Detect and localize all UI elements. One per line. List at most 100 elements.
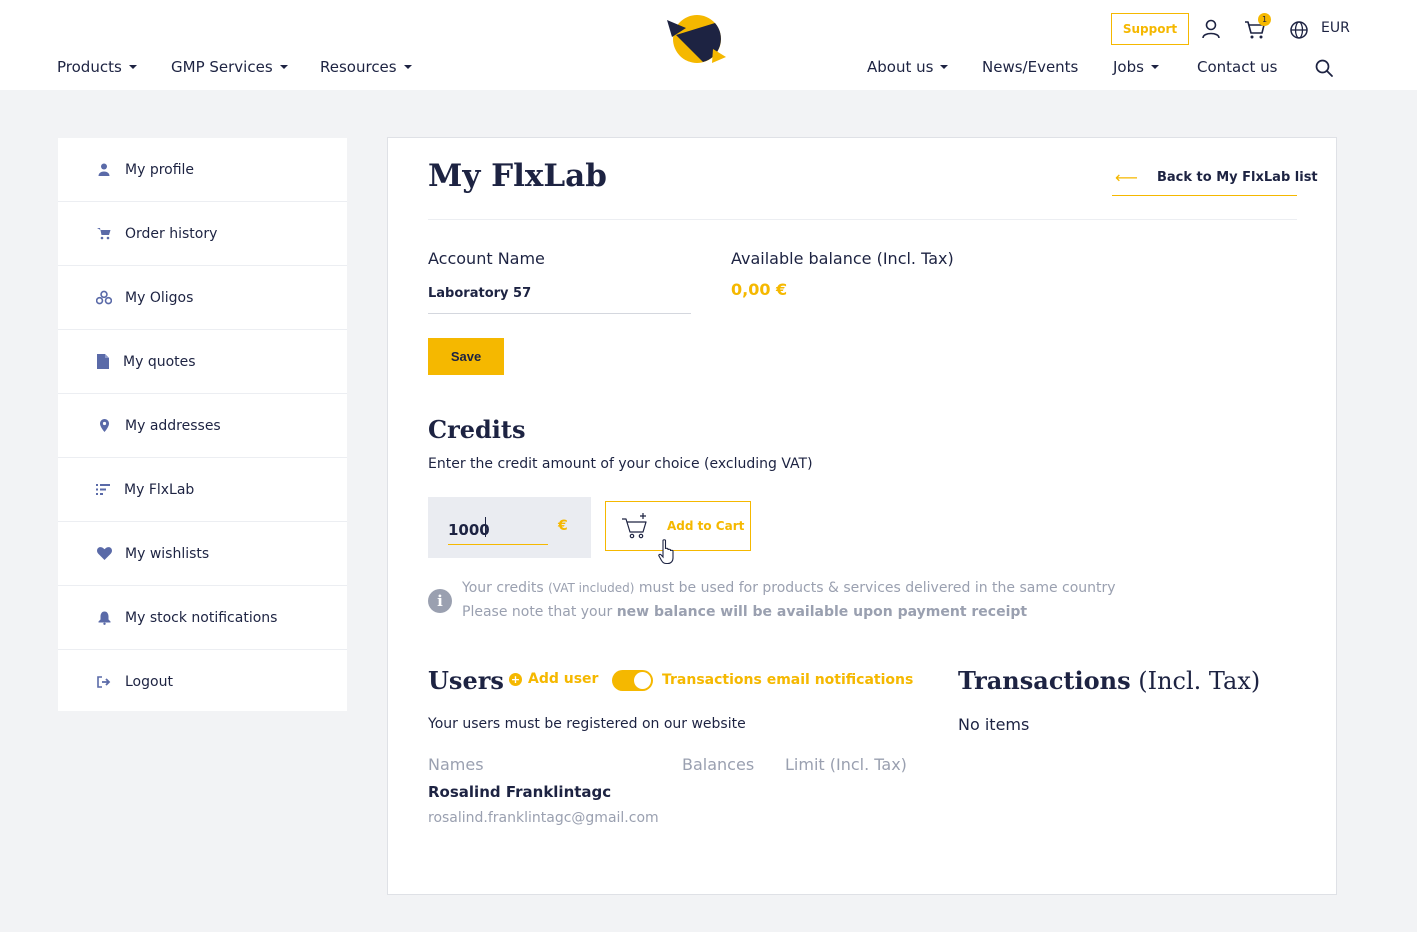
sidebar-item-label: My quotes: [123, 353, 196, 370]
nav-products-label: Products: [57, 58, 122, 76]
chevron-down-icon: [279, 65, 288, 69]
nav-news-events[interactable]: News/Events: [982, 58, 1078, 76]
sidebar-item-label: My profile: [125, 161, 195, 178]
credits-info-line-1: Your credits (VAT included) must be used…: [462, 580, 1116, 596]
title-divider: [428, 219, 1297, 220]
credits-title: Credits: [428, 415, 526, 444]
users-title: Users: [428, 666, 504, 695]
column-header-balances: Balances: [682, 755, 755, 774]
sidebar-item-label: My Oligos: [125, 289, 194, 306]
cart-plus-icon: [622, 513, 647, 539]
document-icon: [95, 354, 111, 370]
sidebar-item-label: My addresses: [125, 417, 221, 434]
chevron-down-icon: [403, 65, 412, 69]
credit-amount-box: €: [428, 497, 591, 558]
notifications-toggle[interactable]: [612, 670, 653, 691]
back-to-list-link[interactable]: ⟵ Back to My FlxLab list: [1112, 166, 1318, 196]
nav-jobs[interactable]: Jobs: [1113, 58, 1159, 76]
heart-icon: [96, 546, 112, 562]
user-row-name: Rosalind Franklintagc: [428, 783, 612, 801]
balance-label: Available balance (Incl. Tax): [731, 249, 954, 268]
nav-contact-us-label: Contact us: [1197, 58, 1278, 76]
user-row-email: rosalind.franklintagc@gmail.com: [428, 810, 659, 826]
transactions-empty-text: No items: [958, 715, 1030, 734]
nav-resources[interactable]: Resources: [320, 58, 412, 76]
notifications-toggle-label: Transactions email notifications: [662, 672, 914, 688]
currency-selector[interactable]: EUR: [1321, 20, 1350, 36]
search-icon[interactable]: [1314, 58, 1334, 78]
sidebar-item-label: My wishlists: [125, 545, 210, 562]
sidebar-item-my-flxlab[interactable]: My FlxLab: [58, 458, 347, 522]
euro-sign: €: [558, 518, 568, 534]
column-header-names: Names: [428, 755, 484, 774]
sidebar-item-logout[interactable]: Logout: [58, 650, 347, 714]
sidebar-item-my-profile[interactable]: My profile: [58, 138, 347, 202]
chevron-down-icon: [1150, 65, 1159, 69]
hand-pointer-icon: [658, 539, 674, 565]
account-icon[interactable]: [1200, 18, 1222, 40]
balance-value: 0,00 €: [731, 280, 788, 299]
lab-list-icon: [95, 482, 111, 498]
chevron-down-icon: [128, 65, 137, 69]
cart-icon: [96, 226, 112, 242]
nav-contact-us[interactable]: Contact us: [1197, 58, 1277, 76]
sidebar-item-label: Logout: [125, 674, 173, 690]
bell-icon: [96, 610, 112, 626]
sidebar-item-my-oligos[interactable]: My Oligos: [58, 266, 347, 330]
nav-jobs-label: Jobs: [1113, 58, 1144, 76]
user-icon: [96, 162, 112, 178]
info-icon: i: [428, 589, 452, 613]
sidebar-item-order-history[interactable]: Order history: [58, 202, 347, 266]
nav-news-events-label: News/Events: [982, 58, 1079, 76]
credits-description: Enter the credit amount of your choice (…: [428, 456, 813, 472]
flxlab-panel: My FlxLab ⟵ Back to My FlxLab list Accou…: [387, 137, 1337, 895]
add-to-cart-button[interactable]: Add to Cart: [605, 501, 751, 551]
nav-gmp-services-label: GMP Services: [171, 58, 273, 76]
credit-amount-input[interactable]: [448, 515, 548, 545]
transactions-title-main: Transactions: [958, 666, 1131, 695]
add-user-button[interactable]: + Add user: [509, 671, 598, 687]
info-emphasis: new balance will be available upon payme…: [616, 604, 1028, 620]
info-text: Your credits: [462, 580, 549, 596]
globe-icon[interactable]: [1288, 19, 1310, 41]
nav-about-us-label: About us: [867, 58, 934, 76]
sidebar-item-my-stock-notifications[interactable]: My stock notifications: [58, 586, 347, 650]
arrow-left-icon: ⟵: [1115, 168, 1138, 187]
info-text: Please note that your: [462, 604, 617, 620]
sidebar-item-my-addresses[interactable]: My addresses: [58, 394, 347, 458]
logout-icon: [96, 674, 112, 690]
nav-about-us[interactable]: About us: [867, 58, 949, 76]
column-header-limit: Limit (Incl. Tax): [785, 755, 907, 774]
sidebar-item-my-quotes[interactable]: My quotes: [58, 330, 347, 394]
credits-info-line-2: Please note that your new balance will b…: [462, 604, 1027, 620]
account-name-label: Account Name: [428, 249, 545, 268]
users-note: Your users must be registered on our web…: [428, 716, 746, 732]
text-cursor: [485, 517, 486, 537]
molecule-icon: [96, 290, 112, 306]
save-button[interactable]: Save: [428, 338, 504, 375]
support-button[interactable]: Support: [1111, 13, 1189, 45]
add-to-cart-label: Add to Cart: [667, 519, 745, 533]
chevron-down-icon: [940, 65, 949, 69]
toggle-knob: [634, 672, 651, 689]
plus-icon: +: [509, 672, 522, 686]
transactions-title: Transactions (Incl. Tax): [958, 666, 1260, 695]
page-title: My FlxLab: [428, 158, 607, 194]
transactions-title-suffix: (Incl. Tax): [1130, 667, 1261, 695]
sidebar-item-label: My stock notifications: [125, 609, 278, 626]
nav-gmp-services[interactable]: GMP Services: [171, 58, 288, 76]
map-pin-icon: [96, 418, 112, 434]
sidebar-item-label: My FlxLab: [124, 481, 195, 498]
nav-products[interactable]: Products: [57, 58, 137, 76]
cart-count-badge: 1: [1258, 13, 1271, 26]
info-text: must be used for products & services del…: [634, 580, 1116, 596]
nav-resources-label: Resources: [320, 58, 397, 76]
sidebar-item-my-wishlists[interactable]: My wishlists: [58, 522, 347, 586]
logo-icon[interactable]: [666, 11, 728, 67]
info-vat-note: (VAT included): [548, 581, 635, 595]
account-name-field[interactable]: Laboratory 57: [428, 286, 691, 314]
add-user-label: Add user: [528, 671, 599, 687]
site-header: Products GMP Services Resources Support …: [0, 0, 1417, 90]
back-link-label: Back to My FlxLab list: [1157, 170, 1318, 185]
account-sidebar: My profile Order history My Oligos My qu…: [58, 138, 347, 711]
